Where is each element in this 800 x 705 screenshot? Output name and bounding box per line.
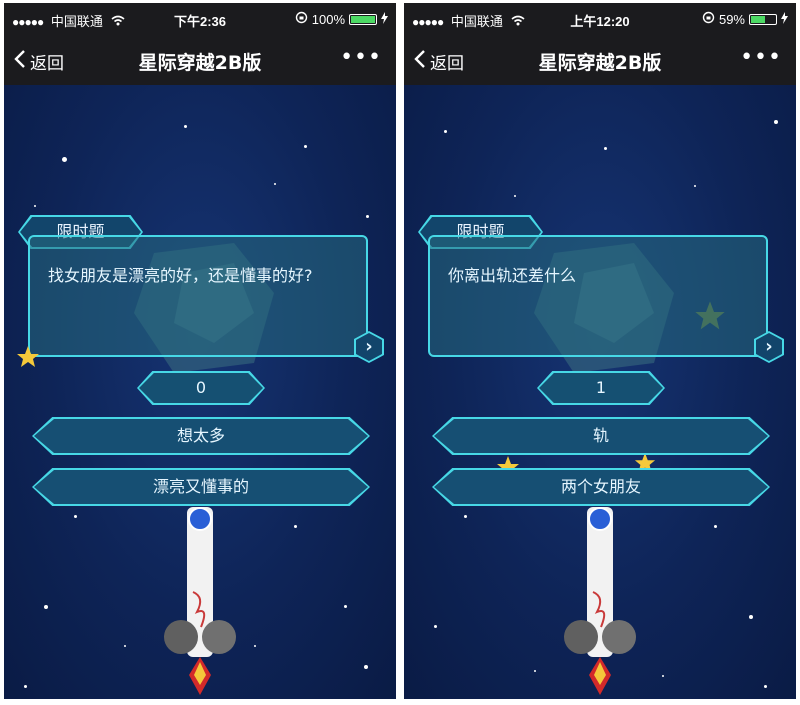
- charging-icon: [381, 11, 388, 27]
- star-dot: [364, 665, 368, 669]
- battery-icon: [749, 13, 777, 25]
- status-bar: ●●●●● 中国联通 下午2:36 100%: [4, 3, 396, 37]
- score-display: 0: [137, 371, 265, 405]
- star-dot: [294, 525, 297, 528]
- battery-percent: 100%: [311, 11, 345, 27]
- game-canvas: 限时题 你离出轨还差什么 › 1 轨 两个女朋友: [404, 85, 796, 699]
- star-dot: [514, 195, 516, 197]
- star-dot: [694, 185, 696, 187]
- battery-icon: [349, 13, 377, 25]
- star-dot: [764, 685, 767, 688]
- star-dot: [74, 515, 77, 518]
- star-dot: [304, 145, 307, 148]
- more-icon[interactable]: •••: [340, 45, 382, 70]
- rocket-icon: [164, 507, 236, 695]
- star-dot: [749, 615, 753, 619]
- question-text: 你离出轨还差什么: [448, 266, 577, 285]
- star-dot: [774, 120, 778, 124]
- rocket-icon: [564, 507, 636, 695]
- answer-option-1[interactable]: 轨: [432, 417, 770, 455]
- star-dot: [662, 675, 664, 677]
- star-icon: [695, 301, 725, 330]
- page-title: 星际穿越2B版: [538, 52, 662, 74]
- next-arrow-icon: ›: [756, 333, 782, 361]
- star-dot: [44, 605, 48, 609]
- lock-rotation-icon: [295, 11, 308, 27]
- score-display: 1: [537, 371, 665, 405]
- next-arrow-icon: ›: [356, 333, 382, 361]
- star-dot: [184, 125, 187, 128]
- answer-option-label: 轨: [434, 419, 768, 453]
- question-panel: 找女朋友是漂亮的好，还是懂事的好?: [28, 235, 368, 357]
- star-dot: [274, 183, 276, 185]
- star-dot: [444, 130, 447, 133]
- answer-option-label: 想太多: [34, 419, 368, 453]
- star-dot: [344, 605, 347, 608]
- charging-icon: [781, 11, 788, 27]
- question-text: 找女朋友是漂亮的好，还是懂事的好?: [48, 266, 313, 285]
- nav-bar: 返回 星际穿越2B版 •••: [404, 37, 796, 85]
- answer-option-1[interactable]: 想太多: [32, 417, 370, 455]
- star-dot: [604, 147, 607, 150]
- star-dot: [366, 215, 369, 218]
- star-dot: [254, 645, 256, 647]
- star-icon: [17, 346, 39, 367]
- star-dot: [714, 525, 717, 528]
- star-dot: [464, 515, 467, 518]
- status-bar: ●●●●● 中国联通 上午12:20 59%: [404, 3, 796, 37]
- star-dot: [34, 205, 36, 207]
- game-canvas: 限时题 找女朋友是漂亮的好，还是懂事的好? › 0 想太多 漂亮又懂事的: [4, 85, 396, 699]
- score-value: 1: [539, 373, 663, 403]
- phone-screen-right: ●●●●● 中国联通 上午12:20 59% 返回 星际穿越2B版 ••• 限时…: [404, 3, 796, 699]
- star-dot: [434, 625, 437, 628]
- phone-screen-left: ●●●●● 中国联通 下午2:36 100% 返回 星际穿越2B版 ••• 限时…: [4, 3, 396, 699]
- question-panel: 你离出轨还差什么: [428, 235, 768, 357]
- nav-bar: 返回 星际穿越2B版 •••: [4, 37, 396, 85]
- more-icon[interactable]: •••: [740, 45, 782, 70]
- star-dot: [24, 685, 27, 688]
- score-value: 0: [139, 373, 263, 403]
- lock-rotation-icon: [702, 11, 715, 27]
- star-dot: [62, 157, 67, 162]
- battery-percent: 59%: [718, 11, 745, 27]
- star-dot: [534, 670, 536, 672]
- page-title: 星际穿越2B版: [138, 52, 262, 74]
- star-dot: [124, 645, 126, 647]
